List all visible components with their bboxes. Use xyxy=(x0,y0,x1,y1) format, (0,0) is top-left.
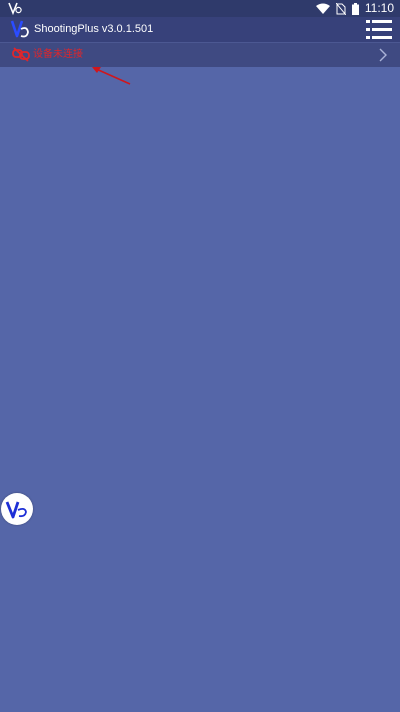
vcs-logo-icon xyxy=(10,20,29,38)
wifi-icon xyxy=(315,3,330,14)
floating-logo-button[interactable] xyxy=(1,493,33,525)
app-bar: ShootingPlus v3.0.1.501 xyxy=(0,17,400,42)
connection-status-label: 设备未连接 xyxy=(33,49,83,60)
app-title: ShootingPlus v3.0.1.501 xyxy=(34,23,154,35)
menu-list-icon[interactable] xyxy=(366,19,392,40)
vcs-logo-icon xyxy=(8,2,22,15)
no-sim-icon xyxy=(335,2,346,15)
unlink-icon xyxy=(12,47,30,62)
status-time: 11:10 xyxy=(364,1,394,15)
vcs-logo-icon xyxy=(5,501,27,519)
annotation-arrow-icon xyxy=(92,67,131,85)
app-screen: 11:10 ShootingPlus v3.0.1.501 设备未连接 xyxy=(0,0,400,712)
battery-icon xyxy=(351,2,359,15)
device-connection-row[interactable]: 设备未连接 xyxy=(0,42,400,67)
status-bar: 11:10 xyxy=(0,0,400,17)
status-icons: 11:10 xyxy=(315,0,394,17)
chevron-right-icon xyxy=(379,48,387,62)
